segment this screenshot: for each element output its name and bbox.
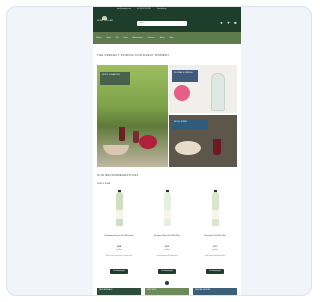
page-title: THE PERFECT PAIRING FOR EVERY MOMENT [97, 53, 170, 57]
user-icon[interactable]: ● [219, 20, 224, 25]
contact-email[interactable]: info@example.com [117, 9, 131, 10]
search-input[interactable]: Zoeken... [137, 21, 187, 26]
contact-phone[interactable]: +31 (0) 20 123 4567 [137, 9, 151, 10]
promo-tile[interactable]: GIFT SETS [145, 288, 189, 295]
hero-tile-picnic[interactable]: SPICY & EARTHY [97, 65, 168, 167]
product-note: Crisp and lively with tropical fruit [156, 256, 178, 257]
bottle-image [116, 192, 123, 226]
nav-item[interactable]: Rosé [123, 37, 127, 39]
bowl-image [103, 145, 129, 155]
product-card[interactable]: Sauvignon Blanc 2022 White Wine €12 per … [145, 190, 189, 276]
product-price: €11 [213, 246, 217, 248]
section-subtitle: WHITE WINE [97, 183, 111, 185]
berries-image [139, 135, 157, 149]
promo-label: NEW ARRIVALS [99, 289, 113, 291]
product-name[interactable]: Pinot Grigio 2022 White Wine [195, 235, 235, 237]
website: info@example.com +31 (0) 20 123 4567 Fre… [93, 7, 241, 295]
add-to-cart-button[interactable]: In winkelwagen [206, 269, 224, 274]
flower-image [174, 85, 190, 101]
hero-grid: SPICY & EARTHY FLORAL & FRESH BOLD & RED [97, 65, 237, 167]
nav-item[interactable]: Acties [160, 37, 165, 39]
bottle-label [164, 210, 171, 219]
contact-delivery: Free delivery [157, 9, 167, 10]
hero-tile-floral[interactable]: FLORAL & FRESH [169, 65, 237, 113]
nav-item[interactable]: Wit [116, 37, 119, 39]
product-unit: per fles [164, 250, 170, 251]
bottle-image [212, 192, 219, 226]
tile-badge-label: BOLD & RED [174, 121, 188, 123]
product-unit: per fles [116, 250, 122, 251]
browser-frame: info@example.com +31 (0) 20 123 4567 Fre… [6, 6, 312, 296]
product-card[interactable]: Chardonnay Reserve 2021 White Wine €14 p… [97, 190, 141, 276]
add-to-cart-button[interactable]: In winkelwagen [158, 269, 176, 274]
tile-badge-label: SPICY & EARTHY [102, 74, 121, 76]
product-list: Chardonnay Reserve 2021 White Wine €14 p… [97, 190, 237, 276]
tile-badge: FLORAL & FRESH [172, 70, 198, 82]
tile-badge-label: FLORAL & FRESH [174, 72, 193, 74]
bottle-image [164, 192, 171, 226]
carousel-dot[interactable] [165, 281, 169, 285]
product-card[interactable]: Pinot Grigio 2022 White Wine €11 per fle… [193, 190, 237, 276]
nav-item[interactable]: Cadeaus [148, 37, 155, 39]
promo-label: SPECIAL OFFERS [195, 289, 211, 291]
logo-text: WINE CELLAR [97, 20, 113, 22]
nav-item[interactable]: Blog [170, 37, 174, 39]
add-to-cart-button[interactable]: In winkelwagen [110, 269, 128, 274]
section-title: OUR RECOMMENDATIONS [97, 173, 139, 177]
wine-glass-image [213, 139, 221, 155]
cart-icon[interactable]: ■ [233, 20, 238, 25]
bottle-label [116, 210, 123, 219]
bottle-label [212, 210, 219, 219]
tile-badge: SPICY & EARTHY [100, 72, 130, 85]
promo-tile[interactable]: SPECIAL OFFERS [193, 288, 237, 295]
product-name[interactable]: Sauvignon Blanc 2022 White Wine [147, 235, 187, 237]
nav-item[interactable]: Mousserend [133, 37, 143, 39]
promo-label: GIFT SETS [147, 289, 157, 291]
plate-image [175, 141, 201, 155]
product-price: €12 [165, 246, 169, 248]
promo-tile[interactable]: NEW ARRIVALS [97, 288, 141, 295]
nav-item[interactable]: Wijnen [96, 37, 102, 39]
tile-badge: BOLD & RED [172, 119, 208, 130]
product-unit: per fles [212, 250, 218, 251]
top-bar: info@example.com +31 (0) 20 123 4567 Fre… [93, 7, 241, 32]
header-icons: ● ♥ ■ [219, 20, 238, 25]
promo-row: NEW ARRIVALS GIFT SETS SPECIAL OFFERS [97, 288, 237, 295]
contact-bar: info@example.com +31 (0) 20 123 4567 Fre… [117, 9, 237, 10]
main-nav: Wijnen Rood Wit Rosé Mousserend Cadeaus … [93, 32, 241, 44]
nav-item[interactable]: Rood [107, 37, 111, 39]
product-note: Fresh, citrus notes with a creamy finish [106, 256, 132, 257]
logo[interactable]: WINE CELLAR [97, 16, 113, 25]
bottle-image [211, 73, 225, 111]
product-note: Light and dry with floral aroma [204, 256, 226, 257]
product-name[interactable]: Chardonnay Reserve 2021 White Wine [99, 235, 139, 237]
heart-icon[interactable]: ♥ [226, 20, 231, 25]
hero-tile-dinner[interactable]: BOLD & RED [169, 115, 237, 167]
product-price: €14 [117, 246, 121, 248]
wine-glass-image [119, 127, 125, 141]
